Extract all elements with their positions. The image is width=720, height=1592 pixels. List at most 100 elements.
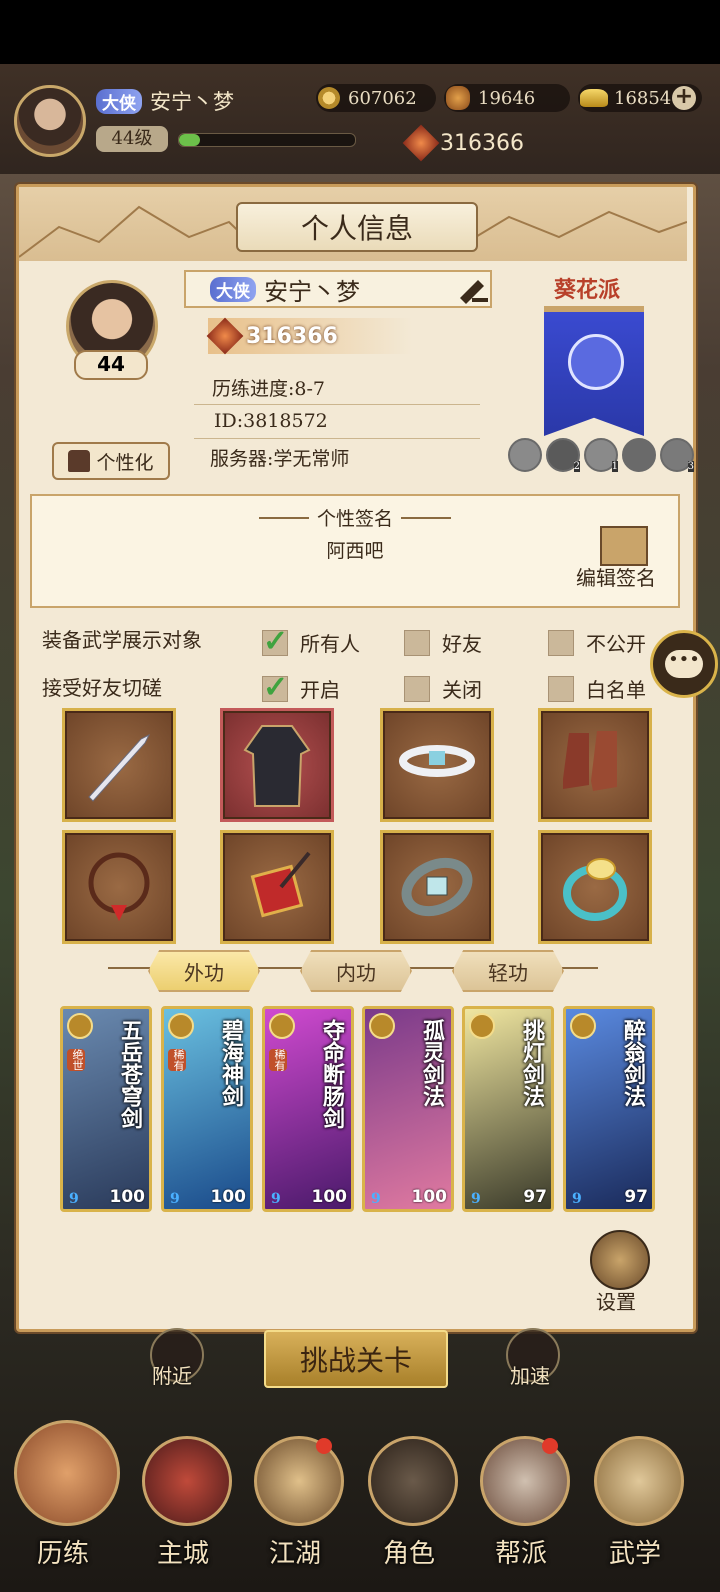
skill-tag: 稀有 — [168, 1049, 186, 1071]
skill-card[interactable]: 稀有 碧海神剑 9 100 — [161, 1006, 253, 1212]
faction-badge-icon[interactable] — [622, 438, 656, 472]
water-icon: 9 — [572, 1191, 582, 1207]
edit-name-icon[interactable] — [456, 274, 490, 304]
profile-name: 安宁丶梦 — [264, 277, 360, 306]
skill-level: 100 — [210, 1187, 247, 1207]
equip-slot-hairpin[interactable] — [220, 830, 334, 944]
profile-name-box: 大侠 安宁丶梦 — [184, 270, 492, 308]
speedup-label[interactable]: 加速 — [510, 1360, 550, 1389]
gold-ingot-icon — [580, 89, 608, 107]
water-icon: 9 — [170, 1191, 180, 1207]
exp-bar — [178, 133, 356, 147]
skill-level: 100 — [311, 1187, 348, 1207]
notification-dot — [542, 1438, 558, 1454]
nav-martial-arts[interactable]: 武学 — [580, 1420, 690, 1580]
tab-lightness[interactable]: 轻功 — [452, 950, 564, 992]
top-power: 316366 — [402, 124, 528, 162]
divider — [194, 404, 480, 405]
faction-badge-icon[interactable]: 1 — [584, 438, 618, 472]
faction-badge-icon[interactable] — [508, 438, 542, 472]
nav-character[interactable]: 角色 — [354, 1420, 464, 1580]
equip-slot-boots[interactable] — [538, 708, 652, 822]
faction-badge-icon[interactable]: 2 — [546, 438, 580, 472]
water-icon: 9 — [271, 1191, 281, 1207]
skill-name: 孤灵剑法 — [419, 1019, 445, 1107]
checkbox[interactable] — [404, 629, 430, 656]
player-avatar[interactable] — [14, 85, 86, 157]
equip-slot-bracelet[interactable] — [62, 830, 176, 944]
chat-button[interactable]: ••• — [650, 630, 718, 698]
edit-signature-button[interactable]: 编辑签名 — [576, 562, 656, 591]
settings-label[interactable]: 设置 — [596, 1286, 636, 1315]
customize-button[interactable]: 个性化 — [52, 442, 170, 480]
scroll-icon[interactable] — [600, 526, 648, 566]
belt-icon — [399, 745, 475, 777]
stamina-counter[interactable]: 19646 — [444, 84, 570, 112]
skill-card[interactable]: 绝世 五岳苍穹剑 9 100 — [60, 1006, 152, 1212]
faction-badges: 2 1 3 — [508, 438, 694, 472]
coin-counter[interactable]: 607062 — [316, 84, 436, 112]
profile-title-badge: 大侠 — [210, 276, 256, 302]
skill-card[interactable]: 醉翁剑法 9 97 — [563, 1006, 655, 1212]
gold-value: 16854 — [614, 87, 672, 109]
show-option-all[interactable]: ✓ 所有人 — [262, 623, 360, 659]
signature-text: 阿西吧 — [326, 540, 384, 562]
skill-name: 醉翁剑法 — [620, 1019, 646, 1107]
skill-card[interactable]: 孤灵剑法 9 100 — [362, 1006, 454, 1212]
equip-slot-belt[interactable] — [380, 708, 494, 822]
water-icon: 9 — [69, 1191, 79, 1207]
title-badge: 大侠 — [96, 88, 142, 114]
skill-card[interactable]: 稀有 夺命断肠剑 9 100 — [262, 1006, 354, 1212]
equip-slot-robe[interactable] — [220, 708, 334, 822]
coin-value: 607062 — [348, 87, 417, 109]
tab-external[interactable]: 外功 — [148, 950, 260, 992]
challenge-button[interactable]: 挑战关卡 — [264, 1330, 448, 1388]
faction-banner[interactable] — [544, 306, 644, 436]
spar-option-off[interactable]: 关闭 — [404, 674, 482, 703]
profile-power-value: 316366 — [246, 323, 338, 349]
spar-option-on[interactable]: ✓ 开启 — [262, 669, 340, 705]
skill-card[interactable]: 挑灯剑法 9 97 — [462, 1006, 554, 1212]
player-name: 安宁丶梦 — [150, 90, 234, 114]
rank-icon — [570, 1013, 596, 1039]
faction-badge-icon[interactable]: 3 — [660, 438, 694, 472]
check-icon: ✓ — [263, 623, 289, 659]
check-icon: ✓ — [263, 669, 289, 705]
stamina-value: 19646 — [478, 87, 536, 109]
profile-level: 44 — [74, 350, 148, 380]
tab-internal[interactable]: 内功 — [300, 950, 412, 992]
nav-jianghu[interactable]: 江湖 — [240, 1420, 350, 1580]
player-level: 44级 — [96, 126, 168, 152]
show-target-label: 装备武学展示对象 — [42, 628, 202, 652]
equip-slot-sword[interactable] — [62, 708, 176, 822]
nav-training[interactable]: 历练 — [8, 1420, 120, 1580]
skill-tag: 绝世 — [67, 1049, 85, 1071]
customize-label: 个性化 — [96, 451, 154, 474]
checkbox-checked[interactable]: ✓ — [262, 669, 289, 705]
faction-emblem-icon — [568, 334, 624, 390]
checkbox[interactable] — [548, 675, 574, 702]
nav-guild[interactable]: 帮派 — [466, 1420, 576, 1580]
power-icon — [402, 124, 440, 162]
checkbox[interactable] — [548, 629, 574, 656]
settings-yin-yang-icon[interactable] — [590, 1230, 650, 1290]
checkbox[interactable] — [404, 675, 430, 702]
top-power-value: 316366 — [440, 130, 524, 156]
skill-level: 100 — [411, 1187, 448, 1207]
equip-slot-armguard[interactable] — [380, 830, 494, 944]
rank-icon — [67, 1013, 93, 1039]
notification-dot — [316, 1438, 332, 1454]
scroll-stack-icon — [594, 1436, 684, 1526]
hairpin-icon — [250, 851, 311, 918]
exp-bar-fill — [179, 134, 201, 146]
checkbox-checked[interactable]: ✓ — [262, 623, 289, 659]
equip-slot-ring[interactable] — [538, 830, 652, 944]
nearby-label[interactable]: 附近 — [152, 1360, 192, 1389]
nav-city[interactable]: 主城 — [128, 1420, 238, 1580]
coin-icon — [318, 87, 340, 109]
water-icon: 9 — [371, 1191, 381, 1207]
add-gold-icon[interactable]: + — [672, 86, 696, 110]
panel-title: 个人信息 — [236, 202, 478, 252]
show-option-friends[interactable]: 好友 — [404, 628, 482, 657]
rank-icon — [469, 1013, 495, 1039]
